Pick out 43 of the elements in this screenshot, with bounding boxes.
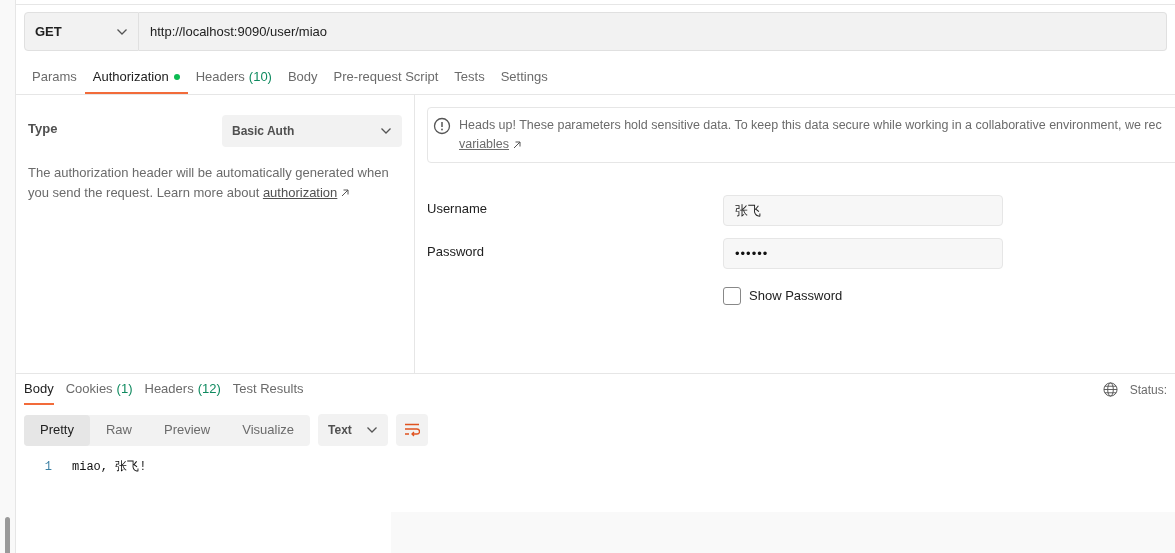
url-field[interactable]: http://localhost:9090/user/miao xyxy=(139,12,1167,51)
chevron-down-icon xyxy=(380,127,392,135)
auth-type-dropdown[interactable]: Basic Auth xyxy=(222,115,402,147)
request-tab[interactable]: Pre-request Script xyxy=(325,63,447,94)
request-tab[interactable]: Params xyxy=(24,63,85,94)
field-label: Password xyxy=(427,243,486,261)
globe-icon[interactable] xyxy=(1102,382,1118,397)
request-tab[interactable]: Headers (10) xyxy=(187,63,280,94)
chevron-down-icon xyxy=(366,426,379,434)
request-tab[interactable]: Body xyxy=(279,63,326,94)
method-dropdown[interactable]: GET xyxy=(24,12,139,51)
show-password-label[interactable]: Show Password xyxy=(749,286,843,306)
show-password-checkbox[interactable] xyxy=(723,286,741,305)
view-mode-tab[interactable]: Pretty xyxy=(24,414,90,446)
password-field[interactable]: •••••• xyxy=(723,238,1003,269)
view-mode-tab[interactable]: Preview xyxy=(148,414,227,446)
view-mode-tab[interactable]: Raw xyxy=(89,414,148,446)
response-tab[interactable]: Headers (12) xyxy=(144,374,221,405)
status-label: Status: xyxy=(1129,381,1167,399)
exclamation-icon xyxy=(433,117,451,135)
response-tab[interactable]: Test Results xyxy=(232,374,304,405)
request-tab[interactable]: Settings xyxy=(492,63,556,94)
variables-link[interactable]: variables xyxy=(459,135,522,154)
notice-text: Heads up! These parameters hold sensitive data. To keep this data secure while working in a collaborative environment, we rec xyxy=(459,117,1162,134)
authorization-link[interactable]: authorization xyxy=(262,183,350,203)
scrollbar-thumb[interactable] xyxy=(5,517,10,553)
username-field[interactable]: 张飞 xyxy=(723,195,1003,226)
response-text: miao, 张飞! xyxy=(72,459,147,476)
response-tab[interactable]: Cookies (1) xyxy=(65,374,133,405)
response-tab[interactable]: Body xyxy=(24,374,54,405)
chevron-down-icon xyxy=(116,27,128,36)
wrap-lines-button[interactable] xyxy=(396,414,429,446)
type-label: Type xyxy=(28,120,58,138)
view-mode-tab[interactable]: Visualize xyxy=(226,414,311,446)
external-link-icon xyxy=(513,140,522,149)
field-label: Username xyxy=(427,200,488,218)
format-dropdown[interactable]: Text xyxy=(318,414,389,446)
auth-description: The authorization header will be automatically generated when you send the request. Learn more about authorization xyxy=(28,163,402,203)
request-tab[interactable]: Authorization xyxy=(84,63,188,94)
request-tab[interactable]: Tests xyxy=(446,63,493,94)
external-link-icon xyxy=(341,189,350,197)
line-number: 1 xyxy=(43,459,53,476)
wrap-lines-icon xyxy=(404,423,421,437)
